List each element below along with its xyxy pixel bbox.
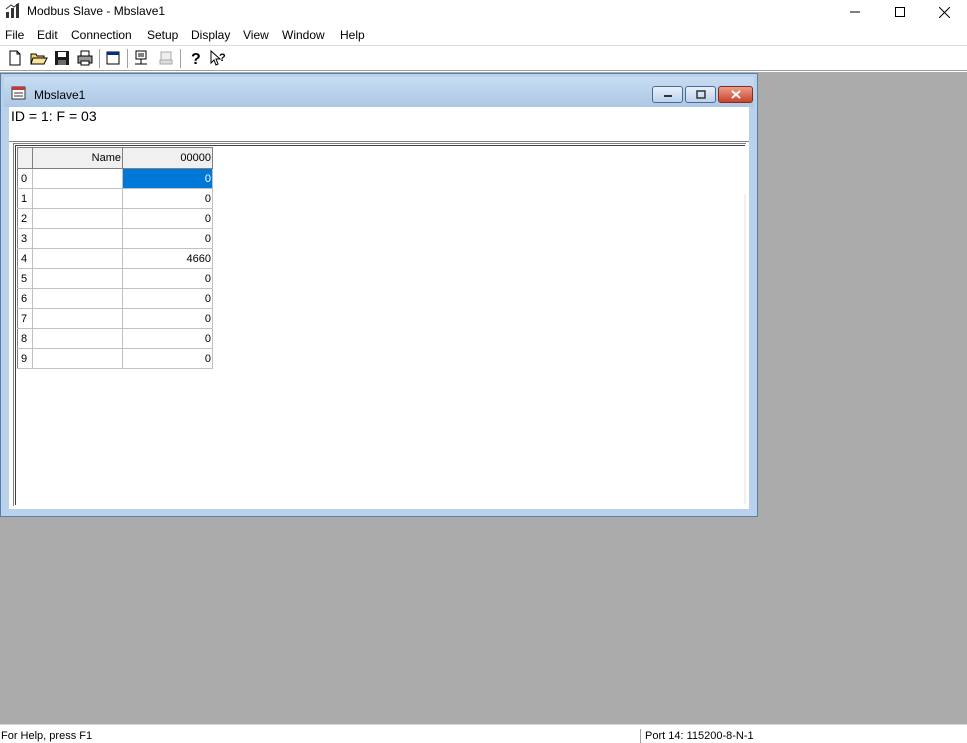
- register-name-cell[interactable]: [32, 208, 123, 229]
- child-window-mbslave1[interactable]: Mbslave1 ID = 1: F = 03 Name 00000 0 0 1…: [0, 73, 758, 517]
- toolbar-separator: [99, 49, 101, 68]
- maximize-icon: [894, 7, 905, 17]
- register-name-cell[interactable]: [32, 348, 123, 369]
- menu-setup[interactable]: Setup: [147, 28, 178, 42]
- column-header-address[interactable]: 00000: [122, 147, 213, 169]
- status-port-pane: Port 14: 115200-8-N-1: [640, 729, 950, 743]
- register-value-cell[interactable]: 4660: [122, 248, 213, 269]
- menu-help[interactable]: Help: [340, 28, 365, 42]
- slave-id-function-label: ID = 1: F = 03: [11, 108, 97, 124]
- context-help-icon[interactable]: ?: [209, 49, 227, 67]
- register-name-cell[interactable]: [32, 228, 123, 249]
- save-icon[interactable]: [53, 49, 71, 67]
- row-number-cell[interactable]: 7: [17, 308, 33, 329]
- register-value-cell[interactable]: 0: [122, 308, 213, 329]
- register-value-cell[interactable]: 0: [122, 328, 213, 349]
- row-number-cell[interactable]: 8: [17, 328, 33, 349]
- child-restore-button[interactable]: [685, 86, 716, 103]
- svg-text:?: ?: [191, 51, 201, 67]
- close-button[interactable]: [922, 0, 967, 24]
- svg-text:?: ?: [219, 52, 226, 64]
- toolbar: ? ?: [0, 46, 967, 71]
- table-row: 4 4660: [17, 248, 213, 269]
- status-port-text: Port 14: 115200-8-N-1: [645, 730, 754, 742]
- child-client-area: ID = 1: F = 03 Name 00000 0 0 1 0 2 0 3 0 4 4660 5…: [9, 107, 749, 509]
- print-icon[interactable]: [76, 49, 94, 67]
- column-header-name[interactable]: Name: [32, 147, 123, 169]
- menu-display[interactable]: Display: [191, 28, 230, 42]
- new-file-icon[interactable]: [6, 49, 24, 67]
- row-number-cell[interactable]: 3: [17, 228, 33, 249]
- minimize-button[interactable]: [832, 0, 877, 24]
- register-value-cell[interactable]: 0: [122, 288, 213, 309]
- table-row: 80: [17, 328, 213, 349]
- close-icon: [730, 90, 741, 99]
- modbus-app-icon: [5, 2, 21, 19]
- register-table: Name 00000 0 0 1 0 2 0 3 0 4 4660 5 0 6 0 7 0 8 0 9 0: [17, 147, 213, 369]
- register-name-cell[interactable]: [32, 308, 123, 329]
- row-number-cell[interactable]: 4: [17, 248, 33, 269]
- register-value-cell[interactable]: 0: [122, 188, 213, 209]
- toolbar-separator: [127, 49, 129, 68]
- grid-edge-shade: [744, 194, 746, 504]
- connect-icon[interactable]: [133, 49, 151, 67]
- close-icon: [939, 6, 950, 18]
- register-name-cell[interactable]: [32, 168, 123, 189]
- child-minimize-button[interactable]: [652, 86, 683, 103]
- table-body: 0 0 1 0 2 0 3 0 4 4660 5 0 6 0 7 0 8 0 9 0: [17, 168, 213, 369]
- table-row: 70: [17, 308, 213, 329]
- toolbar-separator: [180, 49, 182, 68]
- child-close-button[interactable]: [718, 86, 753, 103]
- maximize-button[interactable]: [877, 0, 922, 24]
- document-icon: [11, 85, 27, 101]
- register-value-cell[interactable]: 0: [122, 208, 213, 229]
- table-row: 90: [17, 348, 213, 369]
- register-name-cell[interactable]: [32, 188, 123, 209]
- help-icon[interactable]: ?: [186, 49, 204, 68]
- row-number-cell[interactable]: 9: [17, 348, 33, 369]
- menu-window[interactable]: Window: [282, 28, 325, 42]
- window-icon[interactable]: [104, 49, 122, 67]
- table-row: 10: [17, 188, 213, 209]
- menu-bar: File Edit Connection Setup Display View …: [0, 25, 967, 45]
- row-number-cell[interactable]: 6: [17, 288, 33, 309]
- register-value-cell[interactable]: 0: [122, 228, 213, 249]
- restore-icon: [695, 90, 706, 99]
- menu-edit[interactable]: Edit: [37, 28, 58, 42]
- menu-connection[interactable]: Connection: [71, 28, 132, 42]
- table-row: 50: [17, 268, 213, 289]
- status-help-text: For Help, press F1: [1, 730, 93, 742]
- row-number-cell[interactable]: 1: [17, 188, 33, 209]
- table-row: 00: [17, 168, 213, 189]
- register-name-cell[interactable]: [32, 328, 123, 349]
- table-row: 30: [17, 228, 213, 249]
- register-value-cell[interactable]: 0: [122, 268, 213, 289]
- child-title-bar[interactable]: Mbslave1: [4, 77, 754, 107]
- table-row: 20: [17, 208, 213, 229]
- grid-corner-cell[interactable]: [17, 147, 33, 169]
- app-title-bar: Modbus Slave - Mbslave1: [0, 0, 967, 24]
- register-value-cell[interactable]: 0: [122, 348, 213, 369]
- register-grid[interactable]: Name 00000 0 0 1 0 2 0 3 0 4 4660 5 0 6 0 7 0 8 0 9 0: [13, 143, 746, 506]
- open-folder-icon[interactable]: [30, 49, 48, 67]
- minimize-icon: [849, 11, 860, 13]
- row-number-cell[interactable]: 2: [17, 208, 33, 229]
- menu-file[interactable]: File: [5, 28, 24, 42]
- child-title: Mbslave1: [34, 88, 86, 102]
- register-name-cell[interactable]: [32, 288, 123, 309]
- minimize-icon: [663, 94, 672, 97]
- app-title: Modbus Slave - Mbslave1: [27, 4, 166, 18]
- register-name-cell[interactable]: [32, 248, 123, 269]
- status-bar: For Help, press F1 Port 14: 115200-8-N-1: [0, 724, 967, 743]
- row-number-cell[interactable]: 0: [17, 168, 33, 189]
- disconnect-icon[interactable]: [157, 49, 175, 67]
- table-header-row: Name 00000: [17, 147, 213, 169]
- menu-view[interactable]: View: [243, 28, 269, 42]
- table-row: 60: [17, 288, 213, 309]
- register-value-cell[interactable]: 0: [122, 168, 213, 189]
- register-name-cell[interactable]: [32, 268, 123, 289]
- row-number-cell[interactable]: 5: [17, 268, 33, 289]
